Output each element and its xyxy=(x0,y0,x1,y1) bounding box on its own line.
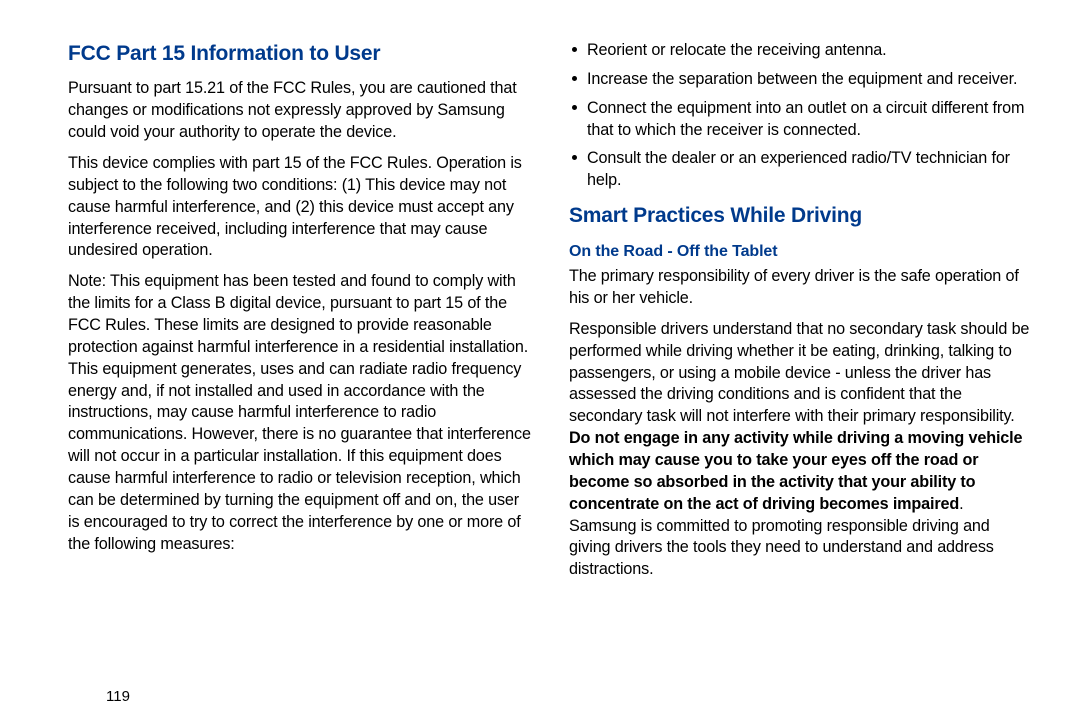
smart-practices-heading: Smart Practices While Driving xyxy=(569,202,1032,230)
list-item: Increase the separation between the equi… xyxy=(569,69,1032,91)
driving-para-2a: Responsible drivers understand that no s… xyxy=(569,320,1029,425)
fcc-para-3: Note: This equipment has been tested and… xyxy=(68,271,531,555)
driving-para-2-bold: Do not engage in any activity while driv… xyxy=(569,429,1022,513)
right-column: Reorient or relocate the receiving anten… xyxy=(569,40,1032,670)
page-number: 119 xyxy=(68,688,1032,705)
list-item: Consult the dealer or an experienced rad… xyxy=(569,148,1032,192)
on-road-subheading: On the Road - Off the Tablet xyxy=(569,241,1032,263)
fcc-para-1: Pursuant to part 15.21 of the FCC Rules,… xyxy=(68,78,531,144)
driving-para-2: Responsible drivers understand that no s… xyxy=(569,319,1032,581)
list-item: Reorient or relocate the receiving anten… xyxy=(569,40,1032,62)
fcc-heading: FCC Part 15 Information to User xyxy=(68,40,531,68)
fcc-para-2: This device complies with part 15 of the… xyxy=(68,153,531,262)
measures-list: Reorient or relocate the receiving anten… xyxy=(569,40,1032,192)
driving-para-1: The primary responsibility of every driv… xyxy=(569,266,1032,310)
left-column: FCC Part 15 Information to User Pursuant… xyxy=(68,40,531,670)
list-item: Connect the equipment into an outlet on … xyxy=(569,98,1032,142)
two-column-layout: FCC Part 15 Information to User Pursuant… xyxy=(68,40,1032,670)
